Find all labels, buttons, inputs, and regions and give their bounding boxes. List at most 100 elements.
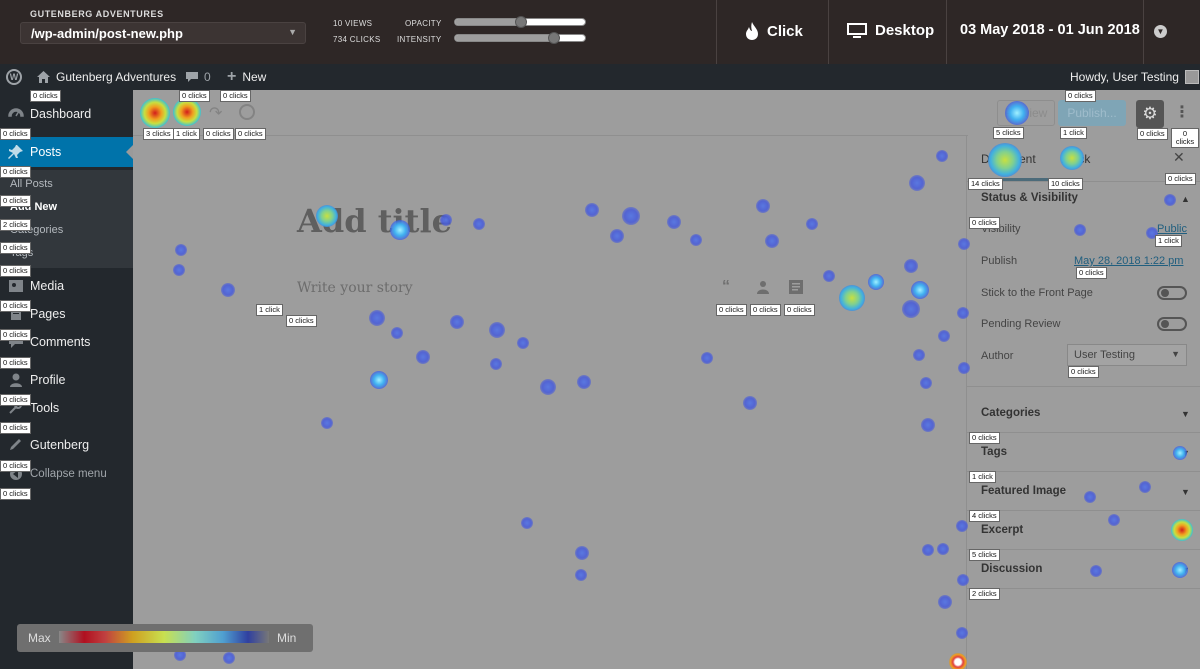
sidebar-collapse-menu[interactable]: Collapse menu [0, 459, 133, 489]
sidebar-item-pages[interactable]: Pages [0, 299, 133, 329]
admin-bar-new[interactable]: + New [227, 68, 267, 85]
divider [946, 0, 947, 64]
tab-document[interactable]: Document [981, 152, 1036, 166]
active-tab-indicator [971, 178, 1053, 181]
chevron-up-icon[interactable]: ▲ [1181, 194, 1190, 204]
comment-icon [186, 72, 198, 82]
avatar [1184, 70, 1199, 84]
author-label: Author [981, 350, 1014, 362]
chevron-down-icon[interactable]: ▼ [1181, 487, 1190, 497]
sticky-label: Stick to the Front Page [981, 287, 1093, 299]
post-body-input[interactable]: Write your story [297, 280, 413, 296]
submenu-tags[interactable]: Tags [10, 247, 33, 259]
tab-block[interactable]: Block [1061, 152, 1090, 166]
publish-date-link[interactable]: May 28, 2018 1:22 pm [1074, 255, 1183, 267]
admin-bar-comments[interactable]: 0 [186, 70, 211, 84]
gear-icon[interactable]: ⚙ [1136, 100, 1164, 128]
collapse-icon [10, 468, 22, 480]
add-block-icon[interactable] [147, 104, 165, 122]
discussion-heading[interactable]: Discussion [981, 563, 1042, 575]
chevron-down-icon[interactable]: ▼ [1181, 526, 1190, 536]
divider [967, 510, 1200, 511]
quote-icon[interactable]: “ [722, 279, 736, 295]
sidebar-item-label: Profile [30, 373, 66, 387]
url-value: /wp-admin/post-new.php [31, 26, 183, 41]
admin-bar-new-label: New [242, 70, 267, 84]
divider [967, 386, 1200, 387]
editor-header-toolbar: ↶ ↷ [133, 90, 968, 136]
url-select[interactable]: /wp-admin/post-new.php ▼ [20, 22, 306, 44]
image-icon[interactable] [756, 280, 770, 294]
divider [967, 549, 1200, 550]
divider [967, 471, 1200, 472]
wordpress-logo[interactable]: W [6, 69, 22, 85]
chevron-down-icon: ▼ [1171, 349, 1180, 359]
info-icon[interactable] [239, 104, 255, 120]
excerpt-heading[interactable]: Excerpt [981, 524, 1023, 536]
author-select[interactable]: User Testing ▼ [1067, 344, 1187, 366]
sidebar-item-profile[interactable]: Profile [0, 365, 133, 395]
undo-icon[interactable]: ↶ [181, 103, 194, 123]
close-icon[interactable]: ✕ [1173, 149, 1185, 166]
chevron-down-icon[interactable]: ▼ [1181, 409, 1190, 419]
more-options-icon[interactable]: ⋮ [1174, 102, 1190, 126]
sidebar-item-label: Media [30, 279, 65, 293]
sidebar-item-gutenberg[interactable]: Gutenberg [0, 430, 133, 460]
chevron-down-icon[interactable]: ▼ [1181, 448, 1190, 458]
sidebar-item-comments[interactable]: Comments [0, 327, 133, 357]
preview-button[interactable]: Preview [997, 100, 1055, 126]
app-window: GUTENBERG ADVENTURES /wp-admin/post-new.… [0, 0, 1200, 669]
editor-canvas: ↶ ↷ Preview Publish... ⚙ ⋮ Add title Wri… [133, 90, 1200, 669]
opacity-slider[interactable] [454, 16, 586, 28]
admin-bar-site[interactable]: Gutenberg Adventures [37, 70, 176, 84]
status-visibility-heading[interactable]: Status & Visibility [981, 192, 1078, 204]
toggle-knob [1161, 320, 1169, 328]
settings-dropdown-icon[interactable]: ▼ [1154, 25, 1167, 38]
sidebar-item-label: Collapse menu [30, 468, 107, 480]
pending-review-toggle[interactable] [1157, 317, 1187, 331]
device-label: Desktop [875, 22, 935, 39]
opacity-label: OPACITY [405, 19, 442, 28]
intensity-slider[interactable] [454, 32, 586, 44]
home-icon [37, 71, 50, 83]
tools-icon [9, 401, 22, 414]
sidebar-item-posts[interactable]: Posts [0, 137, 134, 167]
divider [967, 432, 1200, 433]
settings-sidebar: Document Block ✕ Status & Visibility ▲ V… [966, 136, 1200, 669]
publish-date-label: Publish [981, 255, 1018, 267]
divider [716, 0, 717, 64]
device-button[interactable]: Desktop [847, 22, 934, 39]
plus-icon: + [227, 68, 237, 85]
tags-heading[interactable]: Tags [981, 446, 1007, 458]
admin-bar-account[interactable]: Howdy, User Testing [1070, 70, 1199, 84]
sticky-toggle[interactable] [1157, 286, 1187, 300]
post-title-input[interactable]: Add title [297, 202, 452, 240]
visibility-link[interactable]: Public [1157, 223, 1187, 235]
sidebar-item-label: Gutenberg [30, 438, 90, 452]
heatmap-legend: Max Min [17, 624, 313, 652]
publish-button[interactable]: Publish... [1058, 100, 1126, 126]
admin-bar-site-name: Gutenberg Adventures [56, 70, 177, 84]
featured-image-heading[interactable]: Featured Image [981, 485, 1066, 497]
submenu-categories[interactable]: Categories [10, 224, 63, 236]
opacity-slider-knob[interactable] [515, 16, 527, 28]
posts-submenu: All Posts Add New Categories Tags [0, 170, 133, 268]
sidebar-item-media[interactable]: Media [0, 271, 133, 301]
intensity-slider-knob[interactable] [548, 32, 560, 44]
categories-heading[interactable]: Categories [981, 407, 1040, 419]
date-range[interactable]: 03 May 2018 - 01 Jun 2018 [960, 22, 1140, 38]
mode-button[interactable]: Click [745, 22, 803, 40]
pages-icon [11, 307, 21, 320]
submenu-add-new[interactable]: Add New [10, 201, 57, 213]
chevron-down-icon[interactable]: ▼ [1181, 565, 1190, 575]
sidebar-item-dashboard[interactable]: Dashboard [0, 99, 133, 129]
mode-label: Click [767, 22, 803, 40]
sidebar-item-tools[interactable]: Tools [0, 393, 133, 423]
admin-bar-greeting: Howdy, User Testing [1070, 70, 1179, 84]
sidebar-item-label: Pages [30, 307, 66, 321]
redo-icon[interactable]: ↷ [209, 103, 222, 123]
toggle-knob [1161, 289, 1169, 297]
submenu-all-posts[interactable]: All Posts [10, 178, 53, 190]
list-icon[interactable] [789, 280, 803, 294]
admin-bar-comments-count: 0 [204, 70, 211, 84]
